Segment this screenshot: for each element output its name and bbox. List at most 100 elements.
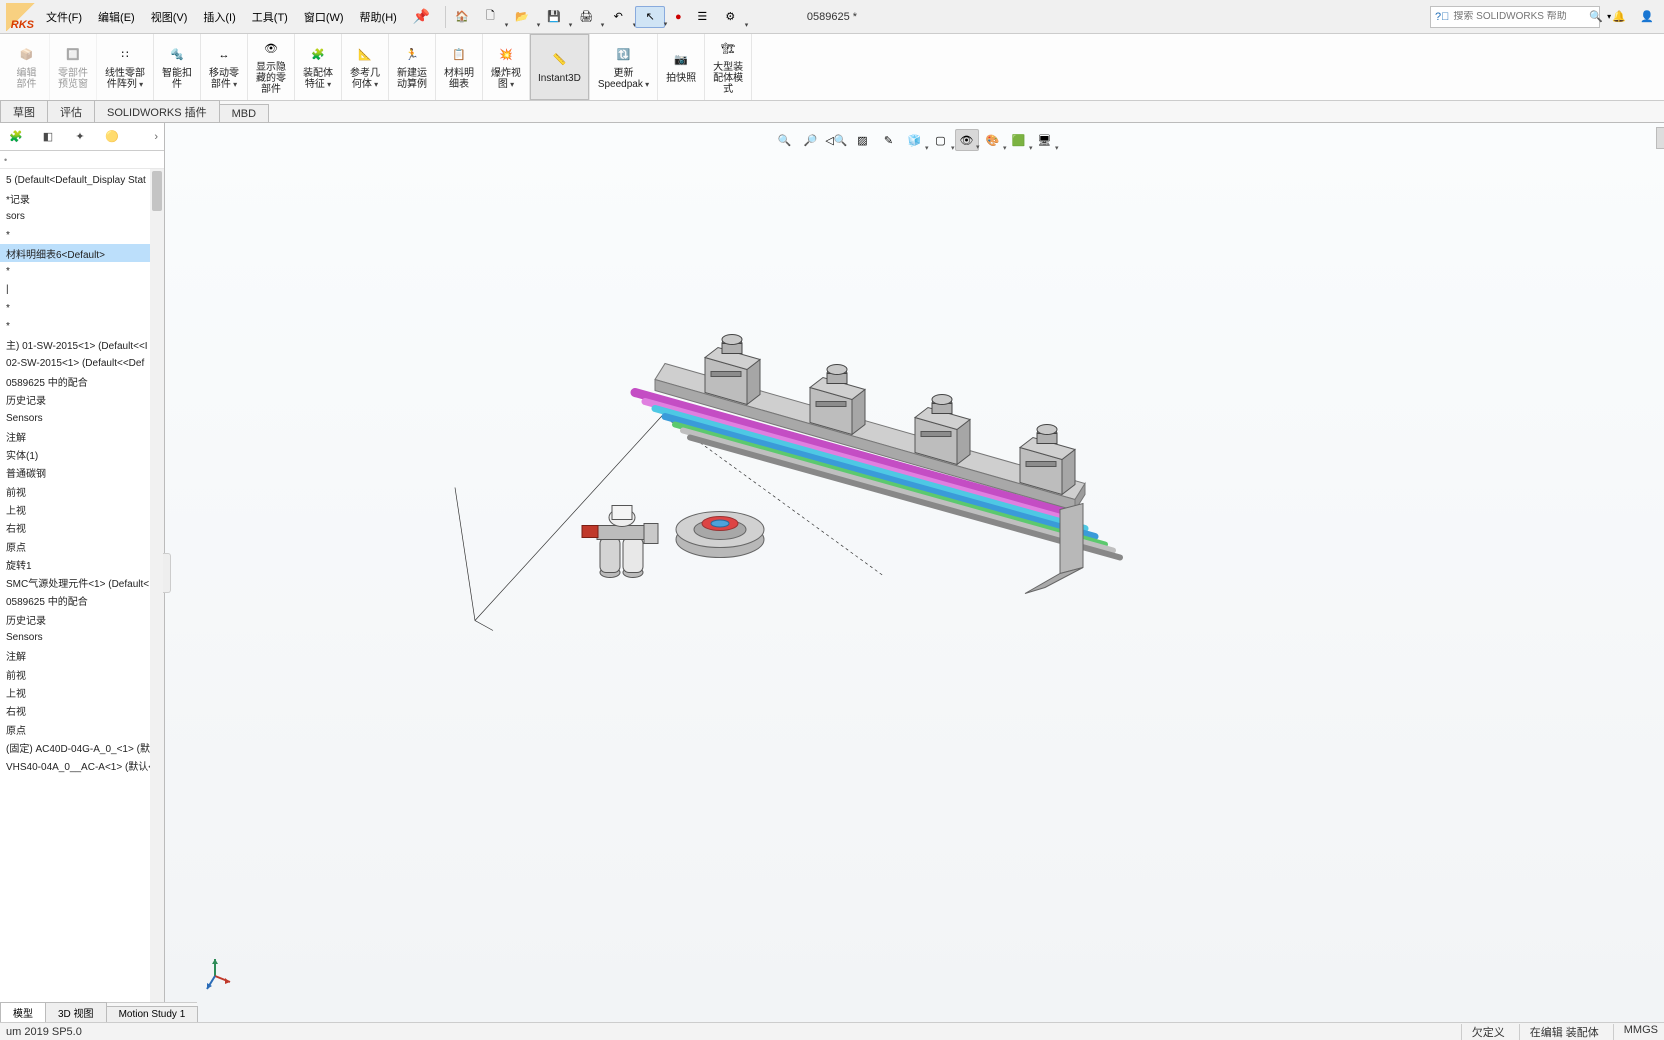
tree-item[interactable]: 上视: [0, 683, 164, 701]
tree-item[interactable]: 右视: [0, 519, 164, 537]
search-box[interactable]: ?⃝ 🔍 ▾: [1430, 6, 1600, 28]
tree-item[interactable]: 材料明细表6<Default>: [0, 244, 164, 262]
bottom-tab-模型[interactable]: 模型: [0, 1002, 46, 1022]
ribbon-材料明[interactable]: 📋材料明细表: [436, 34, 483, 100]
edit-appearance-icon[interactable]: 🎨: [981, 129, 1005, 151]
user-icon[interactable]: 👤: [1636, 6, 1658, 28]
tree-item[interactable]: 右视: [0, 702, 164, 720]
tree-item[interactable]: *: [0, 226, 164, 244]
tree-item[interactable]: 旋转1: [0, 555, 164, 573]
tree-item[interactable]: *: [0, 299, 164, 317]
tree-breadcrumb: •: [0, 151, 164, 169]
print-icon[interactable]: 🖨: [571, 6, 601, 28]
menu-窗口[interactable]: 窗口(W): [296, 5, 352, 29]
feature-manager-tab-icon[interactable]: 🧩: [6, 127, 26, 147]
menu-插入[interactable]: 插入(I): [195, 5, 243, 29]
tree-item[interactable]: 0589625 中的配合: [0, 592, 164, 610]
task-pane-handle[interactable]: [1656, 127, 1664, 149]
hide-show-icon[interactable]: 👁: [955, 129, 979, 151]
previous-view-icon[interactable]: ◁🔍: [825, 129, 849, 151]
ribbon-移动零[interactable]: ↔移动零部件: [201, 34, 248, 100]
configuration-manager-tab-icon[interactable]: ✦: [70, 127, 90, 147]
tree-root-item[interactable]: 5 (Default<Default_Display Stat: [0, 171, 164, 189]
search-input[interactable]: [1453, 11, 1585, 22]
tree-item[interactable]: SMC气源处理元件<1> (Default<I: [0, 574, 164, 592]
section-view-icon[interactable]: ▨: [851, 129, 875, 151]
display-style-icon[interactable]: ▢: [929, 129, 953, 151]
ribbon-大型装[interactable]: 🏗大型装配体模式: [705, 34, 752, 100]
new-doc-icon[interactable]: 🗋: [475, 6, 505, 28]
ribbon-显示隐[interactable]: 👁显示隐藏的零部件: [248, 34, 295, 100]
view-settings-icon[interactable]: 🖥: [1033, 129, 1057, 151]
tree-item[interactable]: 注解: [0, 427, 164, 445]
tree-item[interactable]: *记录: [0, 189, 164, 207]
menu-工具[interactable]: 工具(T): [244, 5, 296, 29]
ribbon-参考几[interactable]: 📐参考几何体: [342, 34, 389, 100]
tree-item[interactable]: Sensors: [0, 409, 164, 427]
dynamic-annotation-icon[interactable]: ✎: [877, 129, 901, 151]
file-props-icon[interactable]: ☰: [691, 6, 713, 28]
pin-icon[interactable]: 📌: [413, 8, 430, 25]
ribbon-装配体[interactable]: 🧩装配体特征: [295, 34, 342, 100]
tree-tabs-expand-icon[interactable]: ›: [154, 131, 158, 143]
menu-视图[interactable]: 视图(V): [143, 5, 196, 29]
ribbon-智能扣[interactable]: 🔩智能扣件: [154, 34, 201, 100]
bottom-tab-Motion Study 1[interactable]: Motion Study 1: [106, 1006, 199, 1022]
tree-item[interactable]: (固定) AC40D-04G-A_0_<1> (默: [0, 738, 164, 756]
rebuild-icon[interactable]: ●: [667, 6, 689, 28]
tree-item[interactable]: *: [0, 262, 164, 280]
tree-item[interactable]: Sensors: [0, 628, 164, 646]
property-manager-tab-icon[interactable]: ◧: [38, 127, 58, 147]
tree-item[interactable]: 上视: [0, 500, 164, 518]
zoom-area-icon[interactable]: 🔎: [799, 129, 823, 151]
view-orientation-icon[interactable]: 🧊: [903, 129, 927, 151]
zoom-fit-icon[interactable]: 🔍: [773, 129, 797, 151]
tree-item[interactable]: 普通碳钢: [0, 464, 164, 482]
tree-item[interactable]: VHS40-04A_0__AC-A<1> (默认<: [0, 757, 164, 775]
open-doc-icon[interactable]: 📂: [507, 6, 537, 28]
tree-item[interactable]: 主) 01-SW-2015<1> (Default<<I: [0, 336, 164, 354]
select-cursor-icon[interactable]: ↖: [635, 6, 665, 28]
tree-item[interactable]: 原点: [0, 720, 164, 738]
graphics-viewport[interactable]: 🔍 🔎 ◁🔍 ▨ ✎ 🧊 ▢ 👁 🎨 🟩 🖥: [165, 123, 1664, 1022]
ribbon-新建运[interactable]: 🏃新建运动算例: [389, 34, 436, 100]
tree-item[interactable]: 前视: [0, 665, 164, 683]
tree-item[interactable]: 0589625 中的配合: [0, 372, 164, 390]
tab-MBD[interactable]: MBD: [219, 104, 269, 122]
apply-scene-icon[interactable]: 🟩: [1007, 129, 1031, 151]
menu-编辑[interactable]: 编辑(E): [90, 5, 143, 29]
ribbon-线性零部[interactable]: ∷线性零部件阵列: [97, 34, 154, 100]
orientation-triad[interactable]: [195, 956, 235, 996]
tree-item[interactable]: |: [0, 281, 164, 299]
tree-item[interactable]: 历史记录: [0, 610, 164, 628]
tree-item[interactable]: 历史记录: [0, 391, 164, 409]
tree-item[interactable]: 注解: [0, 647, 164, 665]
tree-item[interactable]: sors: [0, 208, 164, 226]
save-icon[interactable]: 💾: [539, 6, 569, 28]
ribbon-Instant3D[interactable]: 📏Instant3D: [530, 34, 590, 100]
panel-collapse-handle[interactable]: [163, 553, 171, 593]
options-gear-icon[interactable]: ⚙: [715, 6, 745, 28]
feature-tree[interactable]: 5 (Default<Default_Display Stat *记录sors*…: [0, 169, 164, 1022]
search-icon[interactable]: 🔍: [1589, 10, 1603, 23]
tab-SOLIDWORKS 插件[interactable]: SOLIDWORKS 插件: [94, 100, 220, 122]
tree-item[interactable]: 原点: [0, 537, 164, 555]
feature-tree-panel: 🧩 ◧ ✦ 🟡 › • 5 (Default<Default_Display S…: [0, 123, 165, 1022]
tree-scrollbar-vertical[interactable]: [150, 169, 164, 1004]
tree-item[interactable]: *: [0, 317, 164, 335]
ribbon-爆炸视[interactable]: 💥爆炸视图: [483, 34, 530, 100]
tab-评估[interactable]: 评估: [47, 100, 95, 122]
tab-草图[interactable]: 草图: [0, 100, 48, 122]
display-manager-tab-icon[interactable]: 🟡: [102, 127, 122, 147]
bottom-tab-3D 视图[interactable]: 3D 视图: [45, 1002, 107, 1022]
ribbon-拍快照[interactable]: 📷拍快照: [658, 34, 705, 100]
tree-item[interactable]: 前视: [0, 482, 164, 500]
undo-icon[interactable]: ↶: [603, 6, 633, 28]
home-icon[interactable]: 🏠: [451, 6, 473, 28]
notifications-icon[interactable]: 🔔: [1608, 6, 1630, 28]
tree-item[interactable]: 实体(1): [0, 445, 164, 463]
menu-文件[interactable]: 文件(F): [38, 5, 90, 29]
tree-item[interactable]: 02-SW-2015<1> (Default<<Def: [0, 354, 164, 372]
ribbon-更新[interactable]: 🔃更新Speedpak: [590, 34, 658, 100]
menu-帮助[interactable]: 帮助(H): [352, 5, 405, 29]
